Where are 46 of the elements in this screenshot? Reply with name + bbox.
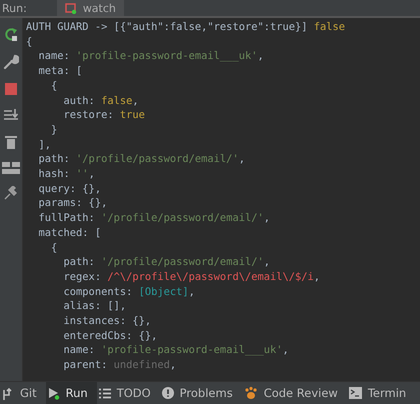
console-line: restore: true <box>62 108 146 123</box>
console-line: AUTH GUARD -> [{"auth":false,"restore":true}] false <box>26 20 346 35</box>
pin-icon[interactable] <box>4 186 18 200</box>
config-icon <box>64 2 77 14</box>
terminal-tool-tab[interactable]: Termin <box>346 382 416 404</box>
console-line: path: '/profile/password/email/', <box>38 152 246 168</box>
console-line: { <box>26 34 34 50</box>
console-line: params: {}, <box>38 196 108 212</box>
console-line: instances: {}, <box>62 314 152 329</box>
console-line: auth: false, <box>62 94 140 108</box>
branch-icon <box>2 386 14 400</box>
console-line: ], <box>38 138 52 152</box>
console-line: fullPath: '/profile/password/email/', <box>38 211 271 226</box>
list-icon <box>98 388 111 398</box>
console-line: alias: [], <box>62 299 128 314</box>
run-label: Run: <box>2 2 27 14</box>
todo-tool-tab[interactable]: TODO <box>96 382 160 404</box>
console-line: name: 'profile-password-email___uk', <box>38 49 265 64</box>
paw-icon <box>244 386 258 400</box>
console-line: parent: undefined, <box>62 358 178 373</box>
scroll-to-end-icon[interactable] <box>3 108 19 122</box>
rerun-icon[interactable] <box>3 26 19 42</box>
console-line: name: 'profile-password-email___uk', <box>62 343 290 358</box>
console-line: } <box>50 122 58 138</box>
play-icon <box>48 386 60 400</box>
console-line: path: '/profile/password/email/', <box>62 255 271 270</box>
console-line: query: {}, <box>38 182 102 196</box>
console-line: hash: '', <box>38 167 96 182</box>
stop-icon[interactable] <box>4 82 18 96</box>
exclamation-icon <box>162 387 174 399</box>
console-line: regex: /^\/profile\/password\/email\/$/i, <box>62 270 322 285</box>
wrench-icon[interactable] <box>3 54 19 70</box>
console-line: enteredCbs: {}, <box>62 328 158 344</box>
problems-tool-tab[interactable]: Problems <box>160 382 242 404</box>
layout-icon[interactable] <box>2 162 20 174</box>
console-line: { <box>50 78 58 94</box>
review-tool-tab[interactable]: Code Review <box>242 382 347 404</box>
console-line: { <box>50 240 58 256</box>
console-line: components: [Object], <box>62 284 196 300</box>
trash-icon[interactable] <box>4 134 18 150</box>
console-line: meta: [ <box>38 64 84 79</box>
run-tool-tab[interactable]: Run <box>46 382 97 404</box>
git-tool-tab[interactable]: Git <box>0 382 46 404</box>
terminal-icon <box>348 387 362 399</box>
console-line: matched: [ <box>38 226 102 241</box>
watch-tab[interactable]: watch <box>56 0 124 16</box>
